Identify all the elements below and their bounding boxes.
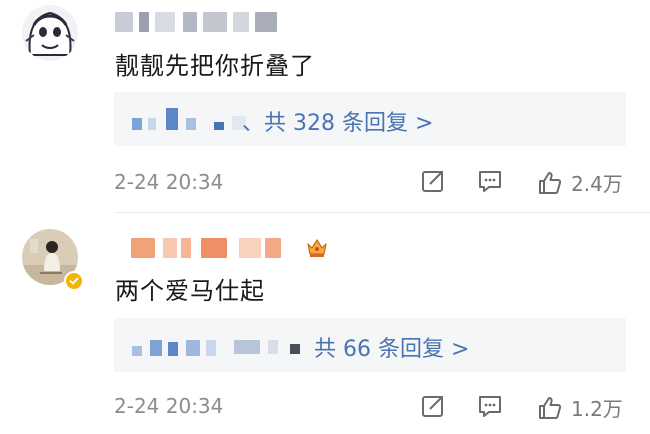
view-replies-link[interactable]: 共 66 条回复 >: [314, 331, 469, 363]
comment-text: 靓靓先把你折叠了: [115, 52, 315, 80]
share-icon: [422, 171, 443, 192]
replies-panel[interactable]: 、共 328 条回复 >: [114, 92, 626, 146]
comment-icon: [479, 396, 501, 417]
comment-text: 两个爱马仕起: [115, 277, 265, 305]
comment-item: 靓靓先把你折叠了 、共 328 条回复 > 2-24 20:34 2.4万: [0, 0, 650, 212]
share-button[interactable]: [420, 393, 446, 419]
checkmark-icon: [69, 277, 79, 285]
share-button[interactable]: [420, 168, 446, 194]
like-button[interactable]: 1.2万: [537, 393, 623, 422]
avatar[interactable]: [22, 5, 78, 61]
comment-button[interactable]: [477, 168, 503, 194]
like-button[interactable]: 2.4万: [537, 168, 623, 197]
replies-panel[interactable]: 共 66 条回复 >: [114, 318, 626, 372]
vip-badge-icon: [307, 239, 327, 257]
timestamp: 2-24 20:34: [114, 170, 224, 194]
like-count: 1.2万: [571, 397, 623, 421]
timestamp: 2-24 20:34: [114, 394, 224, 418]
like-count: 2.4万: [571, 172, 623, 196]
comment-icon: [479, 171, 501, 192]
thumbs-up-icon: [539, 171, 562, 194]
share-icon: [422, 396, 443, 417]
view-replies-link[interactable]: 、共 328 条回复 >: [242, 105, 433, 137]
comment-button[interactable]: [477, 393, 503, 419]
comment-item: 两个爱马仕起 共 66 条回复 > 2-24 20:34 1.2万: [0, 213, 650, 434]
verified-badge: [64, 271, 84, 291]
thumbs-up-icon: [539, 396, 562, 419]
